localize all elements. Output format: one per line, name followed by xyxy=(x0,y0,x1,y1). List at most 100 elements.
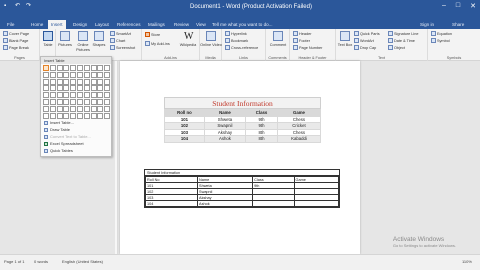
shapes-button[interactable]: Shapes xyxy=(90,43,108,47)
grid-cell[interactable] xyxy=(56,85,63,92)
cross-reference-button[interactable]: Cross-reference xyxy=(225,45,258,50)
grid-cell[interactable] xyxy=(104,98,111,105)
blank-page-button[interactable]: Blank Page xyxy=(3,38,28,43)
grid-cell[interactable] xyxy=(70,78,77,85)
grid-cell[interactable] xyxy=(97,105,104,112)
date-time-button[interactable]: Date & Time xyxy=(388,38,415,43)
grid-cell[interactable] xyxy=(83,78,90,85)
tell-me-box[interactable]: Tell me what you want to do... xyxy=(212,20,273,29)
table-cell[interactable]: 8th xyxy=(245,135,278,143)
grid-cell[interactable] xyxy=(83,65,90,71)
word-count[interactable]: 0 words xyxy=(34,259,48,264)
pictures-icon[interactable] xyxy=(60,31,70,41)
share-button[interactable]: Share xyxy=(452,20,464,29)
online-video-button[interactable]: Online Video xyxy=(200,43,222,48)
grid-cell[interactable] xyxy=(56,98,63,105)
undo-icon[interactable]: ↶ xyxy=(15,3,22,10)
grid-cell[interactable] xyxy=(104,85,111,92)
redo-icon[interactable]: ↷ xyxy=(26,3,33,10)
grid-cell[interactable] xyxy=(90,105,97,112)
grid-cell[interactable] xyxy=(49,71,56,78)
tab-mailings[interactable]: Mailings xyxy=(145,20,168,29)
save-icon[interactable]: ▪ xyxy=(4,3,11,10)
online-video-icon[interactable] xyxy=(206,31,216,41)
page-count[interactable]: Page 1 of 1 xyxy=(4,259,24,264)
grid-cell[interactable] xyxy=(70,85,77,92)
page-number-button[interactable]: Page Number xyxy=(293,45,322,50)
menu-insert-table[interactable]: Insert Table... xyxy=(44,120,74,125)
zoom-level[interactable]: 110% xyxy=(462,259,472,264)
grid-cell[interactable] xyxy=(76,65,83,71)
grid-cell[interactable] xyxy=(97,71,104,78)
close-button[interactable]: ✕ xyxy=(470,2,476,10)
wordart-button[interactable]: WordArt xyxy=(354,38,374,43)
grid-cell[interactable] xyxy=(49,92,56,99)
grid-cell[interactable] xyxy=(97,98,104,105)
grid-cell[interactable] xyxy=(90,65,97,71)
table-icon[interactable] xyxy=(43,31,53,41)
grid-cell[interactable] xyxy=(63,92,70,99)
grid-cell[interactable] xyxy=(76,71,83,78)
grid-cell[interactable] xyxy=(49,78,56,85)
table-cell[interactable]: Ashok xyxy=(203,135,247,143)
document-page[interactable] xyxy=(120,61,360,254)
symbol-button[interactable]: Symbol xyxy=(431,38,450,43)
grid-cell[interactable] xyxy=(43,105,49,112)
grid-cell[interactable] xyxy=(90,98,97,105)
equation-button[interactable]: Equation xyxy=(431,31,452,36)
tab-design[interactable]: Design xyxy=(70,20,90,29)
grid-cell[interactable] xyxy=(104,71,111,78)
text-box-button[interactable]: Text Box xyxy=(336,43,354,47)
grid-cell[interactable] xyxy=(83,85,90,92)
grid-cell[interactable] xyxy=(97,92,104,99)
table-cell[interactable] xyxy=(293,200,340,207)
tab-view[interactable]: View xyxy=(193,20,209,29)
maximize-button[interactable]: □ xyxy=(456,2,460,10)
grid-cell[interactable] xyxy=(63,112,70,119)
grid-cell[interactable] xyxy=(97,78,104,85)
grid-cell[interactable] xyxy=(56,112,63,119)
footer-button[interactable]: Footer xyxy=(293,38,310,43)
sign-in-link[interactable]: Sign in xyxy=(420,20,434,29)
grid-cell[interactable] xyxy=(63,65,70,71)
grid-cell[interactable] xyxy=(70,65,77,71)
grid-cell[interactable] xyxy=(97,85,104,92)
smartart-button[interactable]: SmartArt xyxy=(110,31,131,36)
student-table-plain[interactable]: Student Information Roll No Name Class G… xyxy=(144,169,340,208)
grid-cell[interactable] xyxy=(70,92,77,99)
tab-layout[interactable]: Layout xyxy=(92,20,112,29)
tab-file[interactable]: File xyxy=(4,20,17,29)
object-button[interactable]: Object xyxy=(388,45,405,50)
grid-cell[interactable] xyxy=(49,98,56,105)
grid-cell[interactable] xyxy=(97,112,104,119)
grid-cell[interactable] xyxy=(70,105,77,112)
signature-line-button[interactable]: Signature Line xyxy=(388,31,419,36)
table-cell[interactable]: Kabaddi xyxy=(276,135,322,143)
screenshot-button[interactable]: Screenshot xyxy=(110,45,135,50)
comment-button[interactable]: Comment xyxy=(266,43,290,47)
grid-cell[interactable] xyxy=(83,98,90,105)
menu-excel-spreadsheet[interactable]: Excel Spreadsheet xyxy=(44,141,84,146)
drop-cap-button[interactable]: Drop Cap xyxy=(354,45,376,50)
grid-cell[interactable] xyxy=(56,71,63,78)
grid-cell[interactable] xyxy=(43,98,49,105)
wikipedia-icon[interactable]: W xyxy=(184,31,193,42)
grid-cell[interactable] xyxy=(63,85,70,92)
grid-cell[interactable] xyxy=(43,112,49,119)
grid-cell[interactable] xyxy=(43,65,49,71)
grid-cell[interactable] xyxy=(70,112,77,119)
store-button[interactable]: Store xyxy=(145,32,160,37)
grid-cell[interactable] xyxy=(83,105,90,112)
text-box-icon[interactable] xyxy=(340,31,350,41)
grid-cell[interactable] xyxy=(97,65,104,71)
table-button-label[interactable]: Table xyxy=(40,43,56,47)
grid-cell[interactable] xyxy=(49,112,56,119)
language-indicator[interactable]: English (United States) xyxy=(62,259,103,264)
grid-cell[interactable] xyxy=(104,65,111,71)
header-button[interactable]: Header xyxy=(293,31,311,36)
grid-cell[interactable] xyxy=(83,71,90,78)
cover-page-button[interactable]: Cover Page xyxy=(3,31,29,36)
grid-cell[interactable] xyxy=(56,92,63,99)
student-table-formatted[interactable]: Student Information Roll no Name Class G… xyxy=(164,97,322,143)
pictures-button[interactable]: Pictures xyxy=(56,43,74,47)
